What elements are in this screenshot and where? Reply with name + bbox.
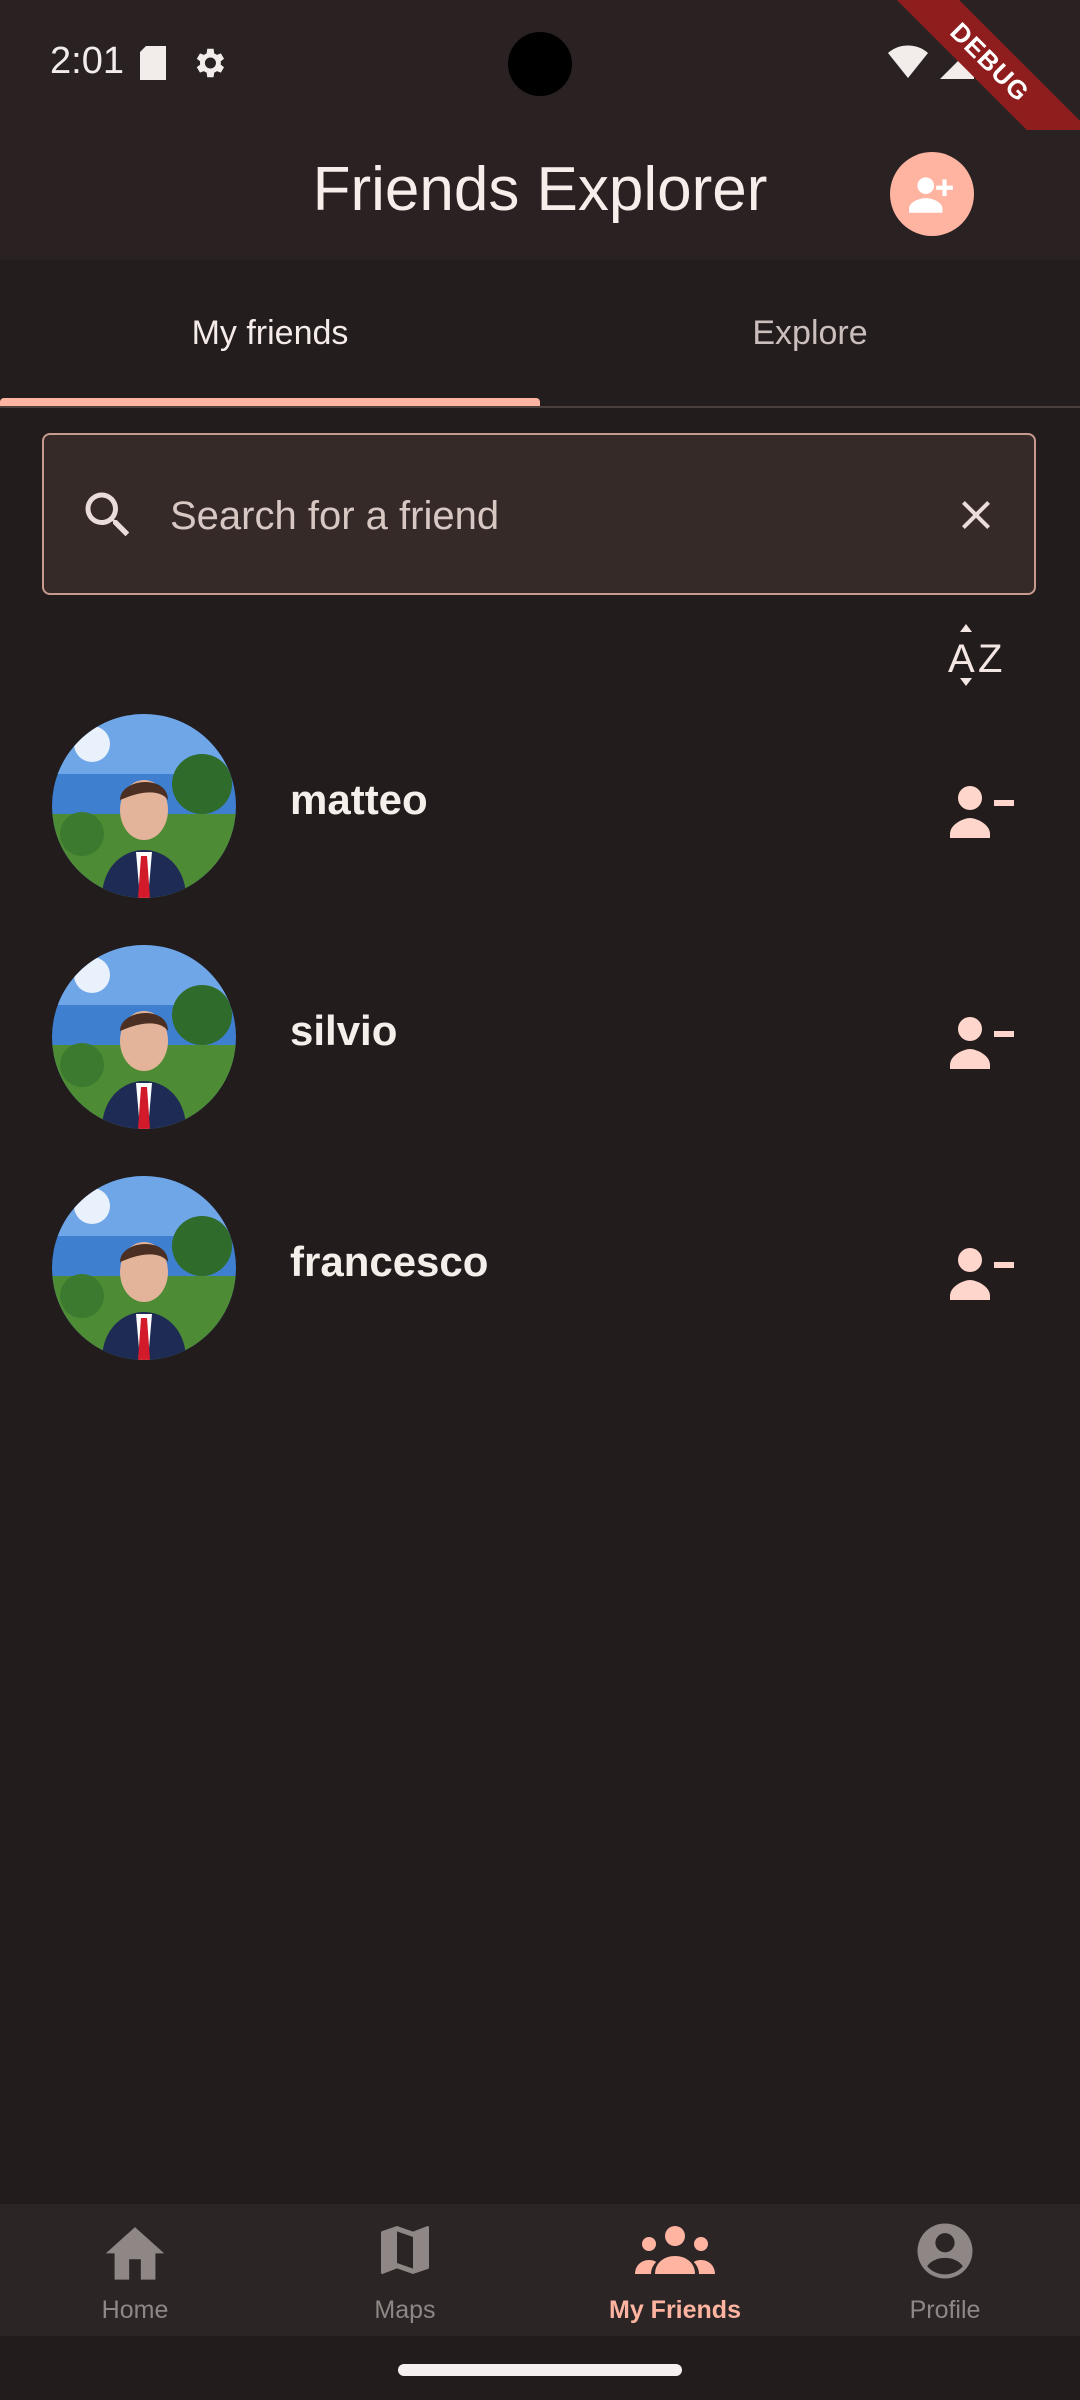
list-item[interactable]: silvio [0,945,1080,1145]
nav-label: My Friends [609,2296,741,2324]
person-remove-icon [950,1248,1014,1300]
account-circle-icon [917,2223,973,2279]
svg-text:Z: Z [978,637,1002,681]
nav-item-my-friends[interactable]: My Friends [540,2204,810,2336]
tab-my-friends[interactable]: My friends [0,260,540,406]
sort-az-icon: A Z [948,624,1002,686]
tab-label: Explore [752,313,868,352]
nav-label: Maps [374,2296,436,2324]
remove-friend-button[interactable] [950,782,1014,843]
sd-card-icon [140,46,166,80]
tab-explore[interactable]: Explore [540,260,1080,406]
tab-label: My friends [191,313,349,352]
sort-button[interactable]: A Z [946,620,1018,692]
search-input[interactable] [168,475,952,557]
nav-label: Profile [909,2296,981,2324]
person-remove-icon [950,786,1014,838]
remove-friend-button[interactable] [950,1013,1014,1074]
person-add-icon [909,177,953,213]
friend-name: silvio [290,1007,398,1054]
gear-icon [196,48,225,78]
status-time: 2:01 [50,40,124,82]
nav-item-home[interactable]: Home [0,2204,270,2336]
svg-text:A: A [948,637,975,681]
wifi-icon [888,45,928,78]
gesture-area [0,2336,1080,2400]
search-icon [85,492,130,537]
bottom-navigation: Home Maps My Friends Profile [0,2204,1080,2336]
remove-friend-button[interactable] [950,1244,1014,1305]
person-remove-icon [950,1017,1014,1069]
status-bar: 2:01 DEBUG [0,0,1080,191]
avatar [52,1176,236,1360]
nav-label: Home [101,2296,169,2324]
add-friend-button[interactable] [890,152,974,236]
list-item[interactable]: matteo [0,714,1080,914]
tab-indicator [0,398,540,406]
avatar [52,714,236,898]
gesture-bar[interactable] [398,2364,682,2376]
friend-name: francesco [290,1238,489,1285]
close-icon[interactable] [952,491,1000,539]
list-item[interactable]: francesco [0,1176,1080,1376]
nav-item-profile[interactable]: Profile [810,2204,1080,2336]
tab-bar: My friends Explore [0,260,1080,408]
groups-icon [635,2226,715,2274]
map-icon [381,2226,429,2274]
nav-item-maps[interactable]: Maps [270,2204,540,2336]
status-left-icons [140,44,228,82]
camera-cutout [508,32,572,96]
search-box [42,433,1036,595]
home-icon [105,2227,165,2280]
avatar [52,945,236,1129]
friend-name: matteo [290,776,428,823]
